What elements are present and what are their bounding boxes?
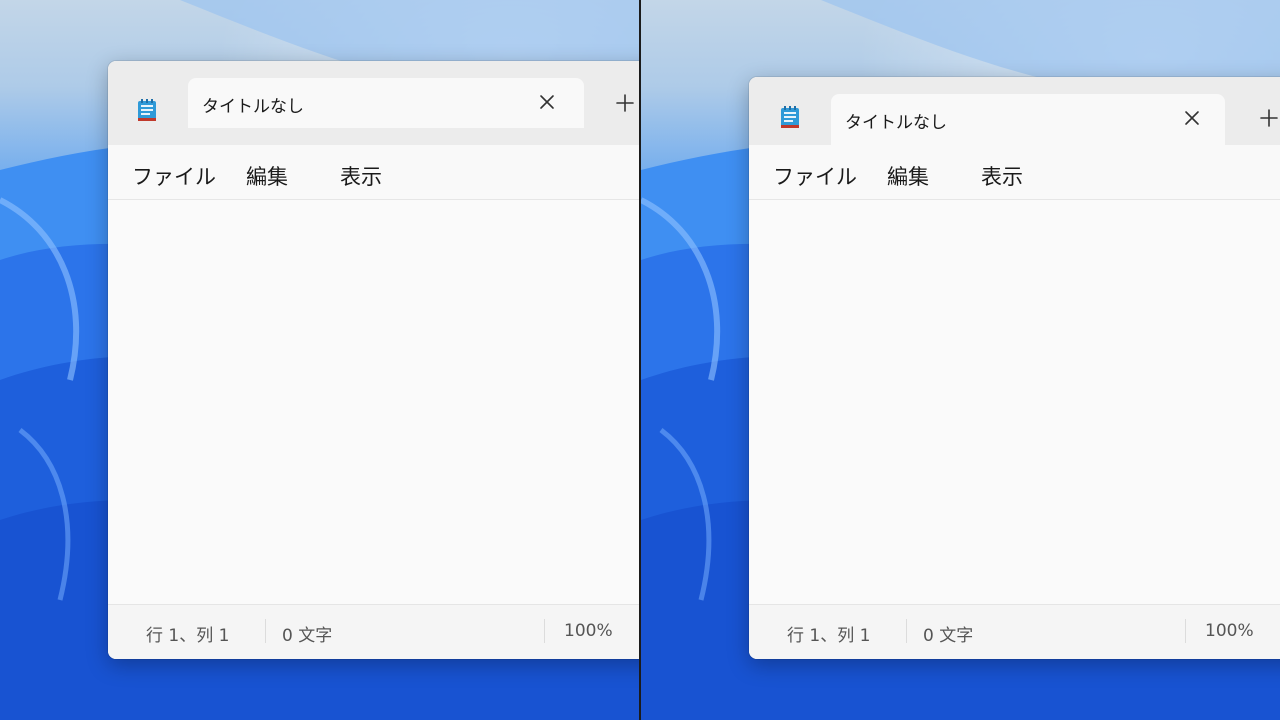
menu-view[interactable]: 表示 (977, 159, 1027, 193)
menu-file[interactable]: ファイル (128, 159, 220, 193)
plus-icon[interactable] (613, 91, 637, 115)
title-bar[interactable]: タイトルなし (108, 61, 640, 145)
notepad-icon (138, 99, 156, 121)
menu-bar: ファイル 編集 表示 (749, 145, 1280, 200)
tab-title: タイトルなし (845, 113, 947, 133)
menu-bar: ファイル 編集 表示 (108, 145, 640, 200)
text-editor[interactable] (108, 200, 640, 606)
notepad-window: タイトルなし ファイル 編集 表示 行 1、列 1 0 文字 100% (108, 61, 640, 659)
comparison-stage: タイトルなし ファイル 編集 表示 行 1、列 1 0 文字 100% タイトル… (0, 0, 1280, 720)
character-count: 0 文字 (282, 626, 333, 646)
status-divider (1185, 619, 1186, 643)
notepad-window: タイトルなし ファイル 編集 表示 行 1、列 1 0 文字 100% (749, 77, 1280, 659)
notepad-icon (781, 106, 799, 128)
status-divider (265, 619, 266, 643)
left-screenshot: タイトルなし ファイル 編集 表示 行 1、列 1 0 文字 100% (0, 0, 640, 720)
status-divider (906, 619, 907, 643)
character-count: 0 文字 (923, 626, 974, 646)
zoom-level[interactable]: 100% (564, 621, 613, 641)
zoom-level[interactable]: 100% (1205, 621, 1254, 641)
document-tab[interactable]: タイトルなし (188, 78, 584, 128)
menu-edit[interactable]: 編集 (242, 159, 292, 193)
text-editor[interactable] (749, 200, 1280, 606)
menu-view[interactable]: 表示 (336, 159, 386, 193)
tab-title: タイトルなし (202, 97, 304, 117)
document-tab[interactable]: タイトルなし (831, 94, 1225, 145)
close-icon[interactable] (538, 93, 556, 111)
menu-file[interactable]: ファイル (769, 159, 861, 193)
close-icon[interactable] (1183, 109, 1201, 127)
status-divider (544, 619, 545, 643)
title-bar[interactable]: タイトルなし (749, 77, 1280, 145)
status-bar: 行 1、列 1 0 文字 100% (108, 604, 640, 659)
right-screenshot: タイトルなし ファイル 編集 表示 行 1、列 1 0 文字 100% (641, 0, 1280, 720)
plus-icon[interactable] (1257, 106, 1280, 130)
menu-edit[interactable]: 編集 (883, 159, 933, 193)
cursor-position: 行 1、列 1 (146, 626, 230, 646)
cursor-position: 行 1、列 1 (787, 626, 871, 646)
status-bar: 行 1、列 1 0 文字 100% (749, 604, 1280, 659)
